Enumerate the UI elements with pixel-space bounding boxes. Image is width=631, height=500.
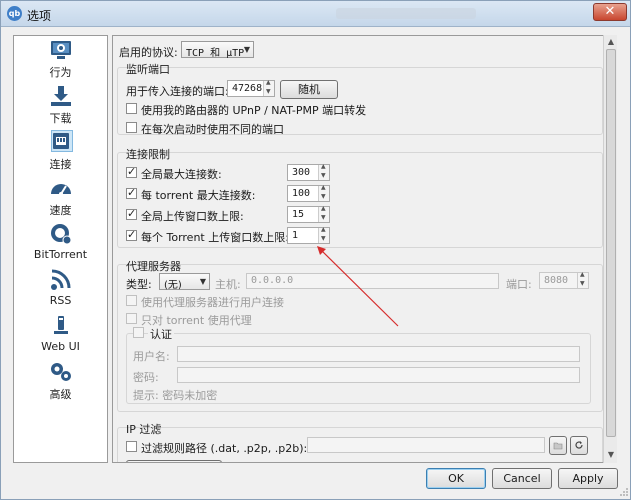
title-blurred-area [336,8,476,19]
download-icon [51,86,71,106]
sidebar-item-label: 速度 [49,204,72,217]
advanced-icon [51,363,71,381]
webui-icon [54,316,68,334]
behavior-icon [51,41,71,59]
cancel-button[interactable]: Cancel [492,468,552,489]
sidebar-item-bittorrent[interactable]: BitTorrent [15,222,106,266]
sidebar-item-speed[interactable]: 速度 [15,176,106,220]
sidebar-item-advanced[interactable]: 高级 [15,360,106,404]
sidebar-item-label: BitTorrent [33,248,88,261]
sidebar-item-behavior[interactable]: 行为 [15,38,106,82]
apply-button[interactable]: Apply [558,468,618,489]
connection-icon [53,133,69,149]
sidebar-item-label: Web UI [41,340,80,353]
sidebar-item-label: 下载 [49,112,72,125]
sidebar-item-label: RSS [49,294,72,307]
resize-grip-icon[interactable] [619,487,629,497]
speed-icon [51,184,71,196]
sidebar-item-label: 行为 [49,66,72,79]
options-sidebar: 行为 下载 连接 速度 BitTorrent RSS Web UI 高级 [13,35,108,463]
ok-button[interactable]: OK [426,468,486,489]
sidebar-item-download[interactable]: 下载 [15,84,106,128]
connection-settings-pane: 启用的协议: TCP 和 μTP ▼ 监听端口 用于传入连接的端口: 47268… [112,35,616,463]
sidebar-item-rss[interactable]: RSS [15,268,106,312]
sidebar-item-label: 连接 [49,158,72,171]
sidebar-item-webui[interactable]: Web UI [15,314,106,358]
sidebar-item-connection[interactable]: 连接 [15,130,106,174]
options-window: qb 选项 ✕ 行为 下载 连接 速度 BitTorrent RSS Web U… [0,0,631,500]
rss-icon [51,269,71,290]
scroll-down-icon[interactable]: ▼ [605,449,617,461]
content-scrollbar[interactable]: ▲ ▼ [603,35,617,463]
window-title: 选项 [27,9,52,23]
scroll-up-icon[interactable]: ▲ [605,36,617,48]
app-icon: qb [7,6,22,21]
title-bar: qb 选项 ✕ [1,1,630,27]
annotation-arrow [317,246,399,327]
bittorrent-icon [51,224,72,245]
scroll-thumb[interactable] [606,49,616,437]
close-button[interactable]: ✕ [593,3,627,21]
sidebar-item-label: 高级 [49,388,72,401]
